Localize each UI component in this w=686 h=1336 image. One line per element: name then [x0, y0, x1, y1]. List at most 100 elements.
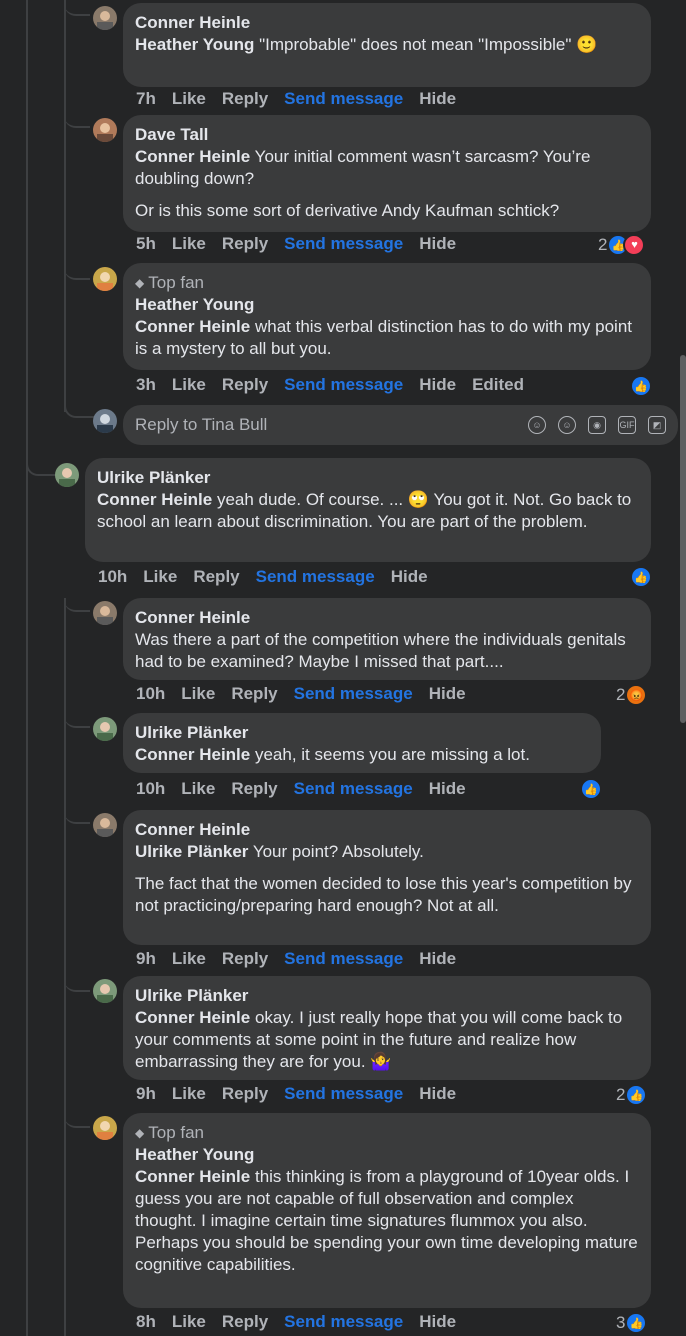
- comment-mention[interactable]: Conner Heinle: [97, 490, 212, 509]
- avatar[interactable]: [93, 813, 117, 837]
- sticker-icon[interactable]: ◩: [648, 416, 666, 434]
- comment-time[interactable]: 3h: [136, 375, 156, 395]
- reply-button[interactable]: Reply: [222, 89, 268, 109]
- thread-connector: [64, 398, 94, 418]
- like-button[interactable]: Like: [143, 567, 177, 587]
- comment-mention[interactable]: Conner Heinle: [135, 147, 250, 166]
- thread-line: [26, 0, 28, 1336]
- comment-author[interactable]: Conner Heinle: [135, 819, 639, 841]
- hide-button[interactable]: Hide: [391, 567, 428, 587]
- avatar[interactable]: [55, 463, 79, 487]
- diamond-icon: ◆: [135, 1126, 145, 1140]
- comment-mention[interactable]: Conner Heinle: [135, 317, 250, 336]
- reaction-summary[interactable]: 3 👍: [616, 1312, 648, 1334]
- comment-time[interactable]: 9h: [136, 1084, 156, 1104]
- hide-button[interactable]: Hide: [419, 949, 456, 969]
- camera-icon[interactable]: ◉: [588, 416, 606, 434]
- reaction-summary[interactable]: 👍: [580, 778, 602, 800]
- like-button[interactable]: Like: [172, 89, 206, 109]
- comment-text: Or is this some sort of derivative Andy …: [135, 201, 560, 220]
- comment-mention[interactable]: Conner Heinle: [135, 745, 250, 764]
- like-button[interactable]: Like: [181, 684, 215, 704]
- comment-author[interactable]: Conner Heinle: [135, 607, 639, 629]
- comment-mention[interactable]: Heather Young: [135, 35, 254, 54]
- scrollbar[interactable]: [680, 355, 686, 723]
- reaction-summary[interactable]: 👍: [630, 375, 652, 397]
- hide-button[interactable]: Hide: [429, 779, 466, 799]
- reaction-summary[interactable]: 👍: [630, 566, 652, 588]
- reply-button[interactable]: Reply: [222, 1084, 268, 1104]
- comment-author[interactable]: Ulrike Plänker: [97, 467, 639, 489]
- comment-actions: 9h Like Reply Send message Hide: [136, 1084, 456, 1104]
- comment-author[interactable]: Ulrike Plänker: [135, 722, 589, 744]
- reply-input[interactable]: Reply to Tina Bull ☺ ☺ ◉ GIF ◩: [123, 405, 678, 445]
- comment-author[interactable]: Heather Young: [135, 294, 639, 316]
- thumbs-up-icon: 👍: [630, 566, 652, 588]
- hide-button[interactable]: Hide: [429, 684, 466, 704]
- comment-time[interactable]: 10h: [98, 567, 127, 587]
- hide-button[interactable]: Hide: [419, 1312, 456, 1332]
- like-button[interactable]: Like: [172, 375, 206, 395]
- avatar-image: [93, 813, 117, 837]
- comment-mention[interactable]: Conner Heinle: [135, 1167, 250, 1186]
- like-button[interactable]: Like: [181, 779, 215, 799]
- hide-button[interactable]: Hide: [419, 375, 456, 395]
- avatar[interactable]: [93, 6, 117, 30]
- comment-mention[interactable]: Conner Heinle: [135, 1008, 250, 1027]
- avatar[interactable]: [93, 1116, 117, 1140]
- like-button[interactable]: Like: [172, 1312, 206, 1332]
- comment-author[interactable]: Conner Heinle: [135, 12, 639, 34]
- comment-time[interactable]: 7h: [136, 89, 156, 109]
- reaction-summary[interactable]: 2 😡: [616, 684, 648, 706]
- hide-button[interactable]: Hide: [419, 234, 456, 254]
- send-message-button[interactable]: Send message: [284, 1084, 403, 1104]
- avatar-image: [93, 979, 117, 1003]
- emoji-icon[interactable]: ☺: [558, 416, 576, 434]
- avatar-image: [93, 118, 117, 142]
- thread-connector: [64, 1106, 90, 1128]
- gif-icon[interactable]: GIF: [618, 416, 636, 434]
- avatar-image: [93, 601, 117, 625]
- comment-time[interactable]: 10h: [136, 779, 165, 799]
- reply-button[interactable]: Reply: [222, 375, 268, 395]
- avatar-sticker-icon[interactable]: ☺: [528, 416, 546, 434]
- avatar[interactable]: [93, 717, 117, 741]
- send-message-button[interactable]: Send message: [294, 684, 413, 704]
- reaction-summary[interactable]: 2 👍 ♥: [598, 234, 646, 256]
- comment-mention[interactable]: Ulrike Plänker: [135, 842, 248, 861]
- comment-time[interactable]: 9h: [136, 949, 156, 969]
- reply-button[interactable]: Reply: [231, 779, 277, 799]
- reply-button[interactable]: Reply: [231, 684, 277, 704]
- comment-actions: 7h Like Reply Send message Hide: [136, 89, 456, 109]
- comment-time[interactable]: 10h: [136, 684, 165, 704]
- avatar[interactable]: [93, 979, 117, 1003]
- hide-button[interactable]: Hide: [419, 89, 456, 109]
- send-message-button[interactable]: Send message: [284, 1312, 403, 1332]
- avatar[interactable]: [93, 118, 117, 142]
- reply-button[interactable]: Reply: [222, 1312, 268, 1332]
- comment-author[interactable]: Ulrike Plänker: [135, 985, 639, 1007]
- like-button[interactable]: Like: [172, 1084, 206, 1104]
- send-message-button[interactable]: Send message: [294, 779, 413, 799]
- thumbs-up-icon: 👍: [625, 1084, 648, 1106]
- avatar[interactable]: [93, 267, 117, 291]
- like-button[interactable]: Like: [172, 234, 206, 254]
- send-message-button[interactable]: Send message: [284, 375, 403, 395]
- comment-author[interactable]: Dave Tall: [135, 124, 639, 146]
- like-button[interactable]: Like: [172, 949, 206, 969]
- comment-time[interactable]: 8h: [136, 1312, 156, 1332]
- reaction-summary[interactable]: 2 👍: [616, 1084, 648, 1106]
- top-fan-badge: ◆ Top fan: [135, 1123, 204, 1142]
- send-message-button[interactable]: Send message: [256, 567, 375, 587]
- hide-button[interactable]: Hide: [419, 1084, 456, 1104]
- thread-connector: [64, 802, 90, 824]
- reply-button[interactable]: Reply: [193, 567, 239, 587]
- comment-time[interactable]: 5h: [136, 234, 156, 254]
- send-message-button[interactable]: Send message: [284, 89, 403, 109]
- reply-button[interactable]: Reply: [222, 949, 268, 969]
- send-message-button[interactable]: Send message: [284, 234, 403, 254]
- comment-author[interactable]: Heather Young: [135, 1144, 639, 1166]
- reply-button[interactable]: Reply: [222, 234, 268, 254]
- send-message-button[interactable]: Send message: [284, 949, 403, 969]
- avatar[interactable]: [93, 601, 117, 625]
